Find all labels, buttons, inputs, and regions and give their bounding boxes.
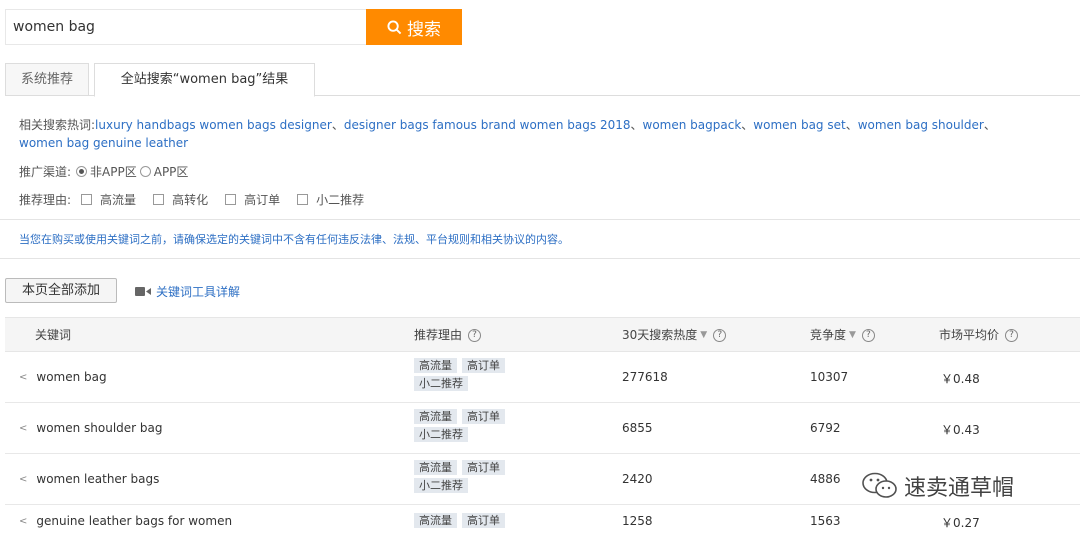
keyword-cell: < genuine leather bags for women xyxy=(19,514,232,528)
keyword-cell: < women shoulder bag xyxy=(19,421,163,435)
keyword-text: women leather bags xyxy=(36,472,160,486)
result-tabs: 系统推荐 全站搜索“women bag”结果 xyxy=(5,63,1080,97)
help-icon[interactable]: ? xyxy=(713,328,727,342)
channel-filter: 推广渠道: 非APP区 APP区 xyxy=(19,163,188,180)
related-keywords: 相关搜索热词:luxury handbags women bags design… xyxy=(19,118,996,150)
related-term[interactable]: designer bags famous brand women bags 20… xyxy=(344,118,631,132)
radio-non-app[interactable] xyxy=(76,166,88,177)
checkbox-label: 小二推荐 xyxy=(316,193,365,207)
related-term[interactable]: women bag genuine leather xyxy=(19,136,188,150)
checkbox-high-orders[interactable] xyxy=(225,194,237,205)
heat-value: 6855 xyxy=(622,421,653,435)
sort-down-icon[interactable]: ▼ xyxy=(700,318,707,352)
help-icon[interactable]: ? xyxy=(468,328,482,342)
watermark: 速卖通草帽 xyxy=(862,470,1014,502)
tag: 高流量 xyxy=(414,358,457,373)
channel-label: 推广渠道: xyxy=(19,165,72,179)
tag: 高订单 xyxy=(462,513,505,528)
competition-value: 1563 xyxy=(810,514,841,528)
add-arrow-icon[interactable]: < xyxy=(19,372,27,383)
tag: 小二推荐 xyxy=(414,478,468,493)
competition-value: 4886 xyxy=(810,472,841,486)
tag: 小二推荐 xyxy=(414,427,468,442)
header-keyword: 关键词 xyxy=(35,328,72,342)
wechat-icon xyxy=(862,472,897,498)
add-arrow-icon[interactable]: < xyxy=(19,423,27,434)
search-button[interactable]: 搜索 xyxy=(366,9,462,45)
related-label: 相关搜索热词: xyxy=(19,118,96,132)
keyword-cell: < women leather bags xyxy=(19,472,159,486)
compliance-notice: 当您在购买或使用关键词之前，请确保选定的关键词中不含有任何违反法律、法规、平台规… xyxy=(0,219,1080,259)
search-icon xyxy=(387,19,402,34)
reason-filter: 推荐理由: 高流量 高转化 高订单 小二推荐 xyxy=(19,191,371,208)
keyword-text: women bag xyxy=(36,370,107,384)
tag: 小二推荐 xyxy=(414,376,468,391)
checkbox-label: 高流量 xyxy=(100,193,137,207)
tab-system-recommend[interactable]: 系统推荐 xyxy=(5,63,89,96)
header-price: 市场平均价? xyxy=(939,318,1019,352)
reason-tags: 高流量 高订单小二推荐 xyxy=(414,409,524,442)
keyword-tool-label: 关键词工具详解 xyxy=(156,285,241,299)
keyword-tool-link[interactable]: 关键词工具详解 xyxy=(135,283,240,300)
keyword-text: women shoulder bag xyxy=(36,421,163,435)
watermark-text: 速卖通草帽 xyxy=(904,476,1015,501)
keyword-text: genuine leather bags for women xyxy=(36,514,233,528)
sort-down-icon[interactable]: ▼ xyxy=(849,318,856,352)
add-arrow-icon[interactable]: < xyxy=(19,474,27,485)
heat-value: 277618 xyxy=(622,370,668,384)
checkbox-staff-recommend[interactable] xyxy=(297,194,309,205)
search-button-label: 搜索 xyxy=(407,19,441,40)
checkbox-label: 高订单 xyxy=(244,193,281,207)
reason-tags: 高流量 高订单小二推荐 xyxy=(414,460,524,493)
table-header: 关键词 推荐理由? 30天搜索热度 ▼? 竞争度 ▼? 市场平均价? xyxy=(5,317,1080,352)
tag: 高流量 xyxy=(414,513,457,528)
checkbox-high-traffic[interactable] xyxy=(81,194,93,205)
related-term[interactable]: women bagpack xyxy=(643,118,742,132)
add-arrow-icon[interactable]: < xyxy=(19,516,27,527)
reason-tags: 高流量 高订单 xyxy=(414,513,524,528)
video-icon xyxy=(135,287,151,296)
price-value: ￥0.27 xyxy=(941,516,980,530)
price-value: ￥0.48 xyxy=(941,372,980,386)
add-all-button[interactable]: 本页全部添加 xyxy=(5,278,117,303)
table-row: < women shoulder bag 高流量 高订单小二推荐 6855 6792… xyxy=(5,403,1080,454)
radio-label: APP区 xyxy=(153,165,189,179)
tag: 高流量 xyxy=(414,460,457,475)
table-row: < genuine leather bags for women 高流量 高订单 1… xyxy=(5,505,1080,534)
tag: 高流量 xyxy=(414,409,457,424)
radio-label: 非APP区 xyxy=(90,165,137,179)
reason-tags: 高流量 高订单小二推荐 xyxy=(414,358,524,391)
related-term[interactable]: women bag set xyxy=(753,118,845,132)
tag: 高订单 xyxy=(462,409,505,424)
heat-value: 1258 xyxy=(622,514,653,528)
price-value: ￥0.43 xyxy=(941,423,980,437)
header-competition: 竞争度 ▼? xyxy=(810,318,875,352)
reason-label: 推荐理由: xyxy=(19,193,72,207)
tag: 高订单 xyxy=(462,460,505,475)
checkbox-high-conversion[interactable] xyxy=(153,194,165,205)
related-term[interactable]: luxury handbags women bags designer xyxy=(95,118,332,132)
search-input[interactable] xyxy=(5,9,366,45)
header-heat: 30天搜索热度 ▼? xyxy=(622,318,727,352)
help-icon[interactable]: ? xyxy=(1005,328,1019,342)
competition-value: 10307 xyxy=(810,370,849,384)
header-reason: 推荐理由? xyxy=(414,318,482,352)
heat-value: 2420 xyxy=(622,472,653,486)
checkbox-label: 高转化 xyxy=(172,193,209,207)
table-row: < women bag 高流量 高订单小二推荐 277618 10307 ￥0.48 xyxy=(5,352,1080,403)
competition-value: 6792 xyxy=(810,421,841,435)
tab-site-search[interactable]: 全站搜索“women bag”结果 xyxy=(94,63,315,97)
keyword-cell: < women bag xyxy=(19,370,107,384)
tag: 高订单 xyxy=(462,358,505,373)
help-icon[interactable]: ? xyxy=(861,328,875,342)
related-term[interactable]: women bag shoulder xyxy=(858,118,984,132)
radio-app[interactable] xyxy=(139,166,151,177)
